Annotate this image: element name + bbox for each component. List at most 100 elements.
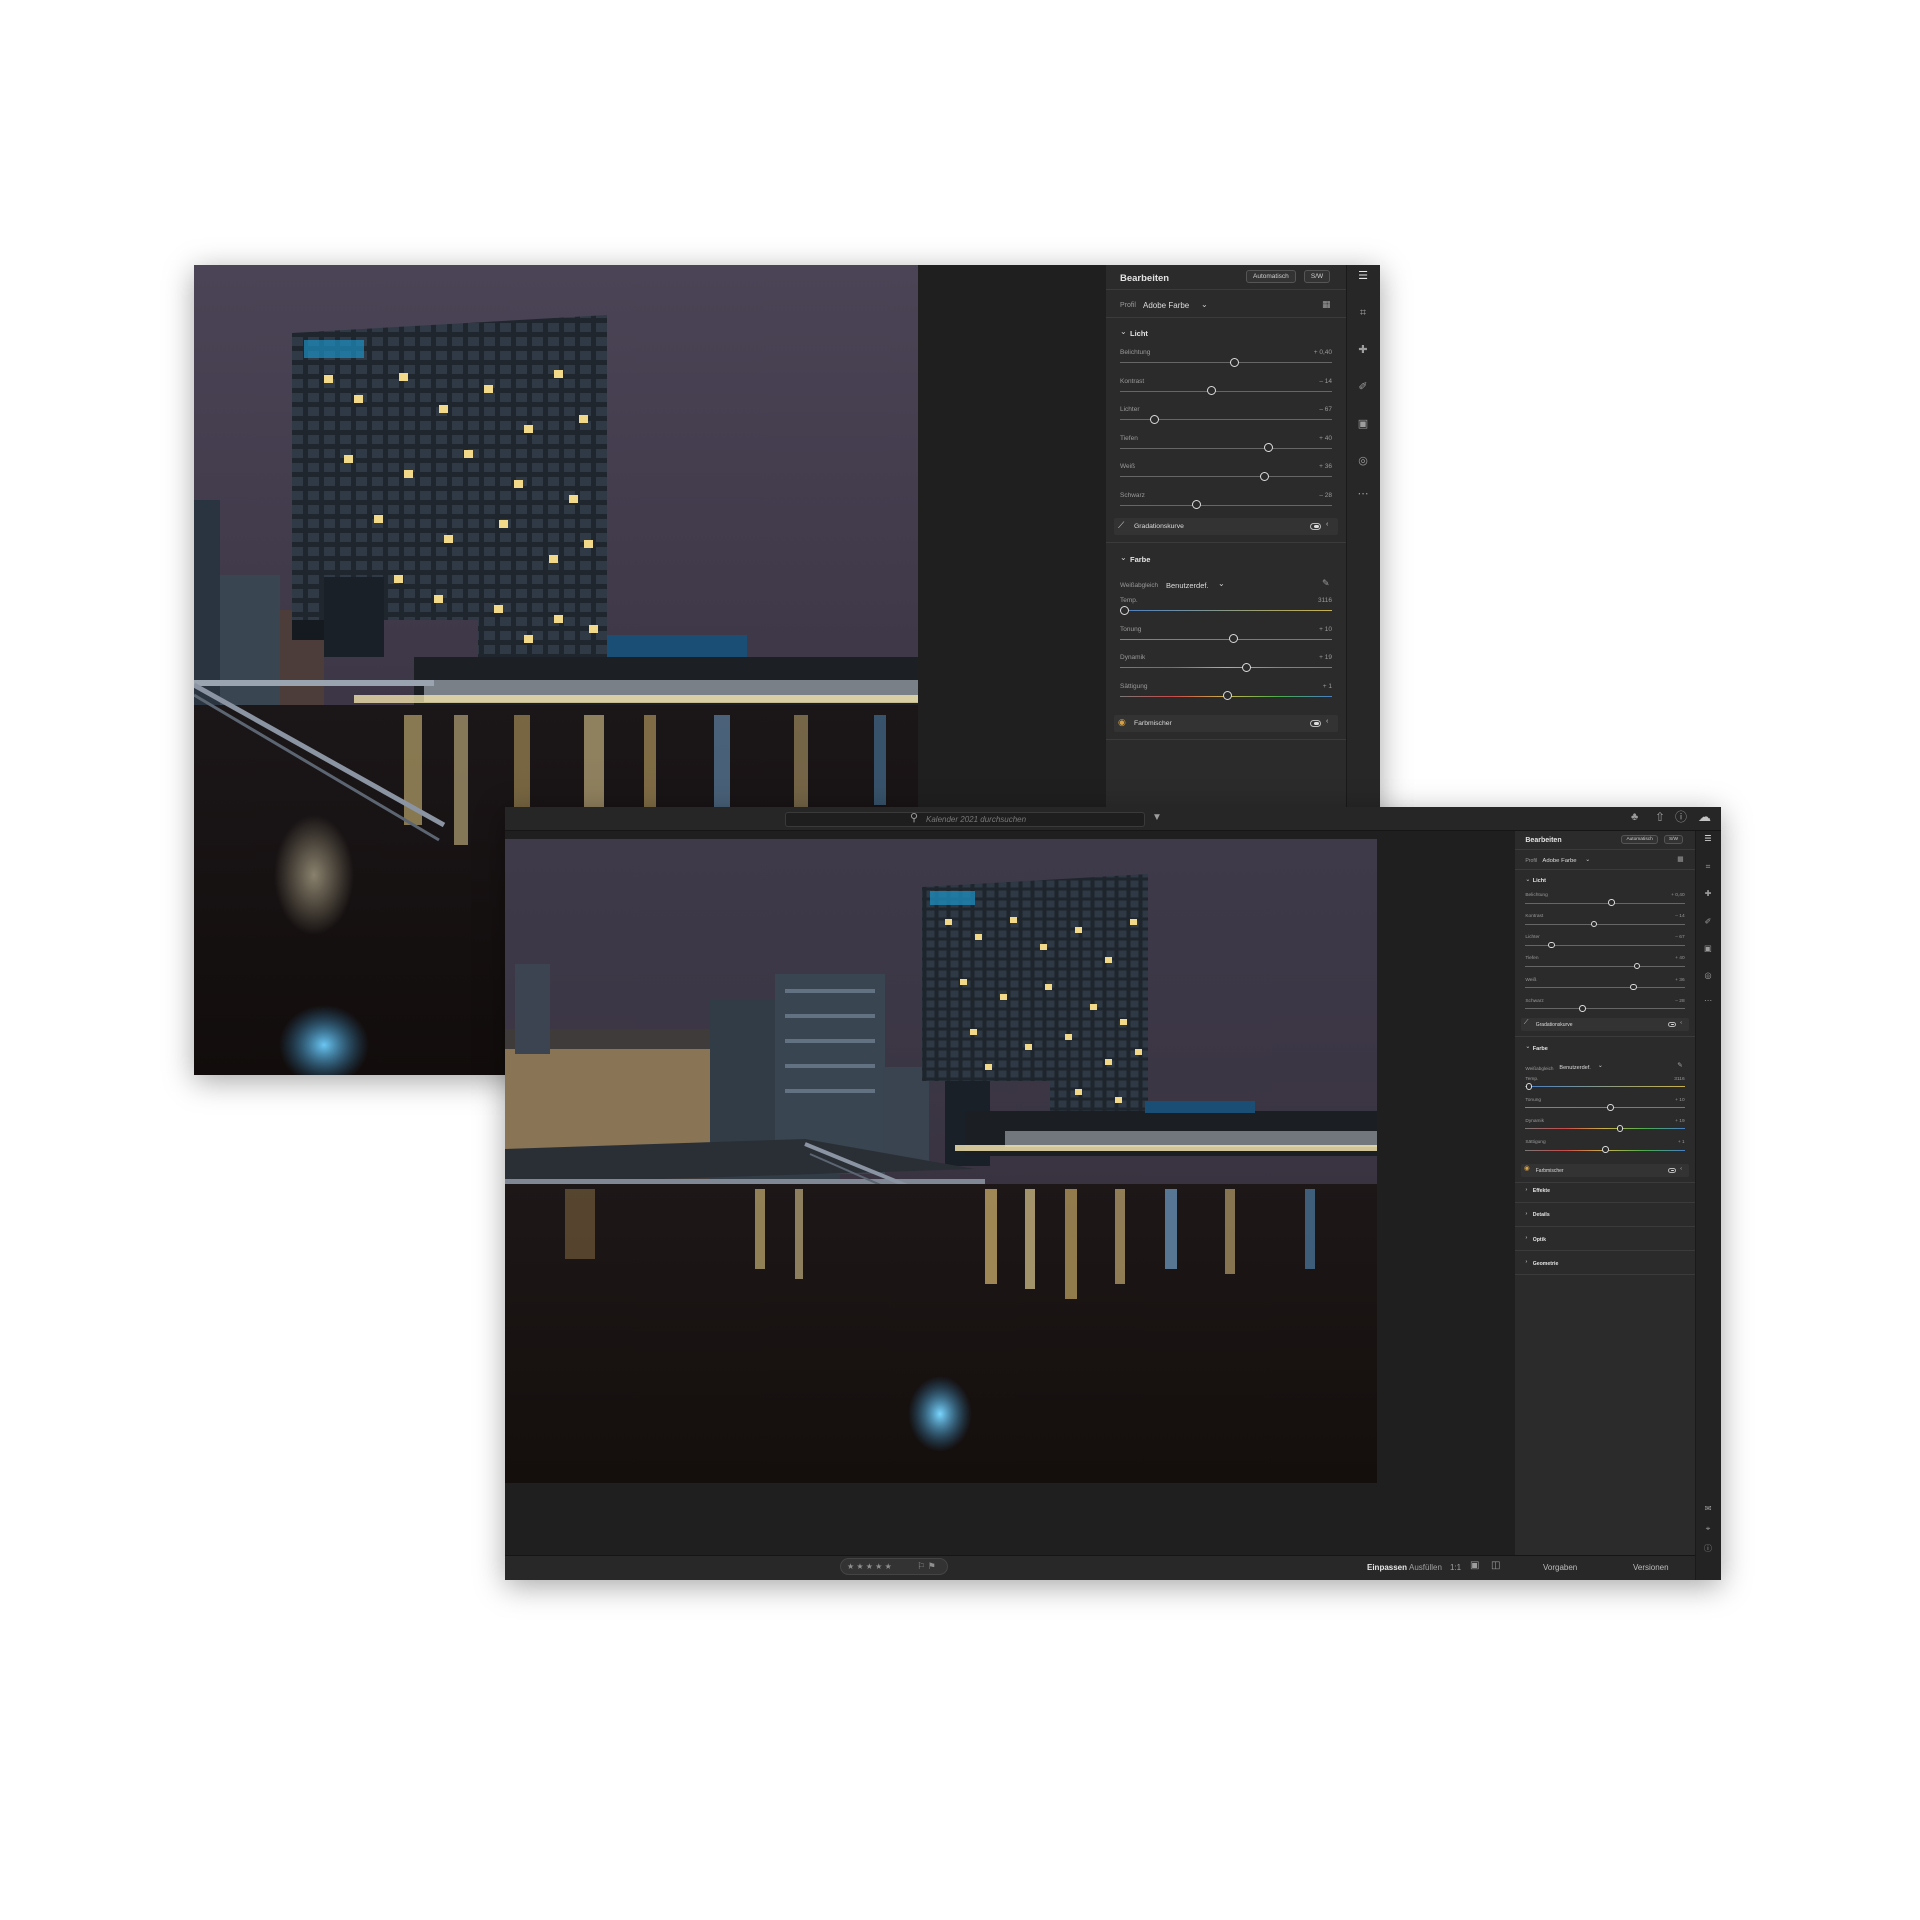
eyedropper-icon[interactable]: ✎: [1322, 579, 1330, 588]
brush-icon[interactable]: ✐: [1695, 917, 1721, 926]
shadows-slider-track[interactable]: [1120, 447, 1332, 449]
vibrance-slider-track[interactable]: [1525, 1128, 1685, 1130]
vibrance-slider-value[interactable]: + 19: [1292, 654, 1332, 661]
curve-toggle[interactable]: [1310, 523, 1321, 530]
vibrance-slider-value[interactable]: + 19: [1655, 1119, 1684, 1124]
whites-slider-value[interactable]: + 36: [1655, 978, 1684, 983]
section-details-chevron-right-icon[interactable]: ›: [1525, 1211, 1527, 1217]
sliders-icon[interactable]: ☰: [1695, 835, 1721, 843]
mixer-toggle[interactable]: [1310, 720, 1321, 727]
profile-chevron-down-icon[interactable]: ⌄: [1201, 300, 1208, 309]
wb-chevron-down-icon[interactable]: ⌄: [1218, 579, 1225, 588]
farbe-title[interactable]: Farbe: [1533, 1046, 1548, 1052]
flag-icons[interactable]: ⚐ ⚑: [917, 1561, 936, 1572]
zoom-fit[interactable]: Einpassen: [1367, 1563, 1407, 1572]
vibrance-slider-track[interactable]: [1120, 667, 1332, 668]
crop-icon[interactable]: ⌗: [1346, 308, 1380, 319]
wb-chevron-down-icon[interactable]: ⌄: [1598, 1063, 1603, 1069]
farbe-title[interactable]: Farbe: [1130, 555, 1150, 564]
contrast-slider-track[interactable]: [1525, 923, 1685, 925]
blacks-slider-value[interactable]: – 28: [1292, 492, 1332, 499]
saturation-slider-value[interactable]: + 1: [1655, 1140, 1685, 1145]
shadows-slider-value[interactable]: + 40: [1292, 435, 1332, 442]
exposure-slider-value[interactable]: + 0,40: [1292, 349, 1332, 356]
profile-browser-icon[interactable]: ▦: [1677, 856, 1683, 864]
rating-stars[interactable]: ★ ★ ★ ★ ★: [847, 1562, 892, 1571]
linear-gradient-icon[interactable]: ▣: [1346, 419, 1380, 430]
help-icon[interactable]: ⓘ: [1675, 811, 1687, 823]
healing-icon[interactable]: ✚: [1346, 345, 1380, 356]
tab-presets[interactable]: Vorgaben: [1543, 1563, 1577, 1572]
temp-slider-handle[interactable]: [1120, 605, 1130, 615]
saturation-slider-handle[interactable]: [1222, 691, 1232, 700]
cloud-icon[interactable]: ☁: [1698, 810, 1711, 823]
section-optik[interactable]: Optik: [1533, 1237, 1546, 1243]
whites-slider-track[interactable]: [1525, 987, 1685, 989]
tint-slider-handle[interactable]: [1228, 634, 1238, 643]
more-icon[interactable]: ⋯: [1346, 489, 1380, 500]
section-effekte-chevron-right-icon[interactable]: ›: [1525, 1187, 1527, 1193]
contrast-slider-value[interactable]: – 14: [1655, 914, 1684, 919]
vibrance-slider-handle[interactable]: [1241, 662, 1251, 672]
tint-slider-value[interactable]: + 10: [1655, 1098, 1684, 1103]
tint-slider-track[interactable]: [1525, 1107, 1685, 1109]
radial-gradient-icon[interactable]: ◎: [1346, 456, 1380, 467]
tag-icon[interactable]: ⌖: [1695, 1524, 1721, 1533]
auto-button[interactable]: Automatisch: [1621, 834, 1659, 845]
profile-value[interactable]: Adobe Farbe: [1143, 301, 1189, 310]
zoom-one-to-one[interactable]: 1:1: [1450, 1563, 1461, 1572]
contrast-slider-track[interactable]: [1120, 390, 1332, 392]
more-icon[interactable]: ⋯: [1695, 996, 1721, 1005]
contrast-slider-value[interactable]: – 14: [1292, 378, 1332, 385]
exposure-slider-handle[interactable]: [1608, 899, 1615, 907]
exposure-slider-value[interactable]: + 0,40: [1655, 893, 1684, 898]
curve-expand-icon[interactable]: ‹: [1326, 521, 1328, 528]
exposure-slider-handle[interactable]: [1229, 357, 1239, 367]
saturation-slider-value[interactable]: + 1: [1292, 683, 1332, 690]
compare-icon[interactable]: ◫: [1491, 1561, 1500, 1571]
section-geometrie-chevron-right-icon[interactable]: ›: [1525, 1259, 1527, 1265]
highlights-slider-handle[interactable]: [1150, 414, 1160, 424]
shadows-slider-track[interactable]: [1525, 966, 1685, 968]
licht-chevron-down-icon[interactable]: ⌄: [1120, 327, 1127, 336]
licht-title[interactable]: Licht: [1533, 878, 1546, 884]
mixer-expand-icon[interactable]: ‹: [1326, 718, 1328, 725]
tint-slider-value[interactable]: + 10: [1292, 626, 1332, 633]
mixer-expand-icon[interactable]: ‹: [1680, 1166, 1682, 1172]
blacks-slider-handle[interactable]: [1579, 1004, 1587, 1012]
brush-icon[interactable]: ✐: [1346, 382, 1380, 393]
farbe-chevron-down-icon[interactable]: ⌄: [1120, 553, 1127, 562]
section-optik-chevron-right-icon[interactable]: ›: [1525, 1235, 1527, 1241]
blacks-slider-track[interactable]: [1120, 504, 1332, 506]
saturation-slider-handle[interactable]: [1602, 1146, 1610, 1153]
tint-slider-track[interactable]: [1120, 638, 1332, 640]
whites-slider-value[interactable]: + 36: [1292, 463, 1332, 470]
filter-icon[interactable]: ▼: [1152, 813, 1162, 823]
shadows-slider-value[interactable]: + 40: [1655, 956, 1684, 961]
blacks-slider-track[interactable]: [1525, 1008, 1685, 1010]
exposure-slider-track[interactable]: [1525, 902, 1685, 904]
whites-slider-track[interactable]: [1120, 476, 1332, 477]
whites-slider-handle[interactable]: [1259, 471, 1269, 481]
section-effekte[interactable]: Effekte: [1533, 1188, 1550, 1194]
wb-value[interactable]: Benutzerdef.: [1559, 1065, 1590, 1071]
profile-chevron-down-icon[interactable]: ⌄: [1585, 857, 1590, 863]
farbe-chevron-down-icon[interactable]: ⌄: [1525, 1044, 1530, 1050]
tab-versions[interactable]: Versionen: [1633, 1563, 1669, 1572]
temp-slider-handle[interactable]: [1525, 1082, 1533, 1090]
bw-button[interactable]: S/W: [1304, 270, 1330, 283]
licht-title[interactable]: Licht: [1130, 329, 1148, 338]
sliders-icon[interactable]: ☰: [1346, 271, 1380, 282]
mixer-toggle[interactable]: [1668, 1167, 1677, 1173]
profile-browser-icon[interactable]: ▦: [1322, 300, 1331, 309]
radial-gradient-icon[interactable]: ◎: [1695, 972, 1721, 980]
info-icon[interactable]: ⓘ: [1695, 1544, 1721, 1553]
temp-slider-track[interactable]: [1120, 610, 1332, 611]
temp-slider-value[interactable]: 3116: [1292, 597, 1332, 604]
curve-expand-icon[interactable]: ‹: [1680, 1020, 1682, 1026]
temp-slider-track[interactable]: [1525, 1086, 1685, 1088]
auto-button[interactable]: Automatisch: [1246, 270, 1296, 283]
licht-chevron-down-icon[interactable]: ⌄: [1525, 877, 1530, 883]
wb-value[interactable]: Benutzerdef.: [1166, 581, 1209, 590]
section-geometrie[interactable]: Geometrie: [1533, 1261, 1559, 1267]
